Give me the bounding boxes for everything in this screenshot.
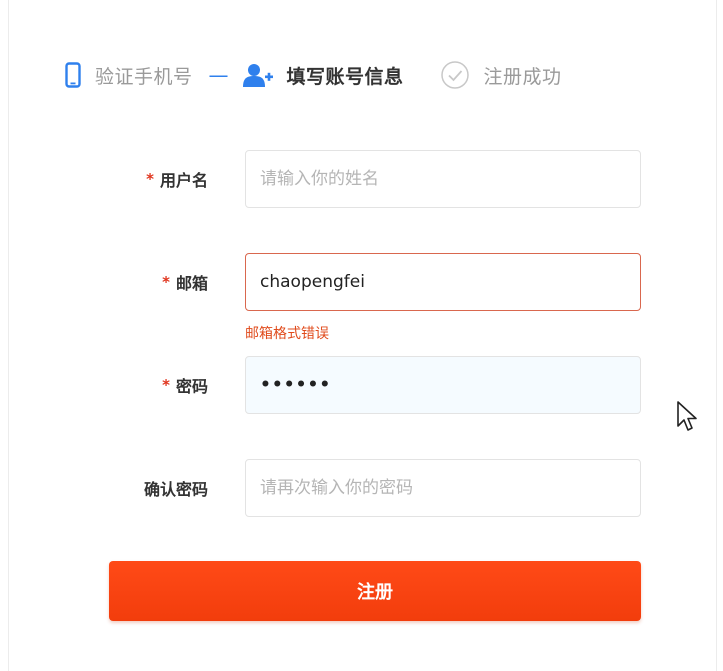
add-user-icon [242, 63, 273, 87]
registration-panel: 验证手机号 — 填写账号信息 注册成功 * 用户名 请输入你的姓名 * 邮箱 c… [8, 0, 717, 671]
password-label: * 密码 [162, 376, 208, 396]
email-row: * 邮箱 邮箱格式错误 [9, 253, 716, 342]
step-fill-account: 填写账号信息 [242, 62, 404, 89]
username-input[interactable] [245, 150, 641, 208]
step-separator: — [208, 63, 229, 87]
password-input[interactable] [245, 356, 641, 414]
confirm-password-input[interactable] [245, 459, 641, 517]
check-circle-icon [440, 60, 470, 90]
register-button[interactable]: 注册 [109, 561, 641, 621]
email-input[interactable] [245, 253, 641, 311]
phone-icon [65, 62, 81, 88]
step-register-success-label: 注册成功 [483, 65, 562, 88]
confirm-password-row: 确认密码 [9, 459, 716, 517]
password-row: * 密码 [9, 356, 716, 414]
step-verify-phone-label: 验证手机号 [95, 65, 193, 88]
username-label: * 用户名 [146, 170, 208, 190]
required-mark: * [162, 273, 170, 291]
step-register-success: 注册成功 [440, 60, 562, 90]
email-label: * 邮箱 [162, 273, 208, 293]
required-mark: * [162, 376, 170, 394]
step-verify-phone: 验证手机号 [65, 62, 193, 89]
email-error-message: 邮箱格式错误 [245, 326, 329, 342]
mouse-cursor-icon [677, 401, 697, 431]
step-indicator: 验证手机号 — 填写账号信息 注册成功 [65, 58, 562, 92]
required-mark: * [146, 170, 154, 188]
confirm-password-label: 确认密码 [143, 480, 208, 499]
step-fill-account-label: 填写账号信息 [286, 65, 404, 88]
username-row: * 用户名 [9, 150, 716, 208]
